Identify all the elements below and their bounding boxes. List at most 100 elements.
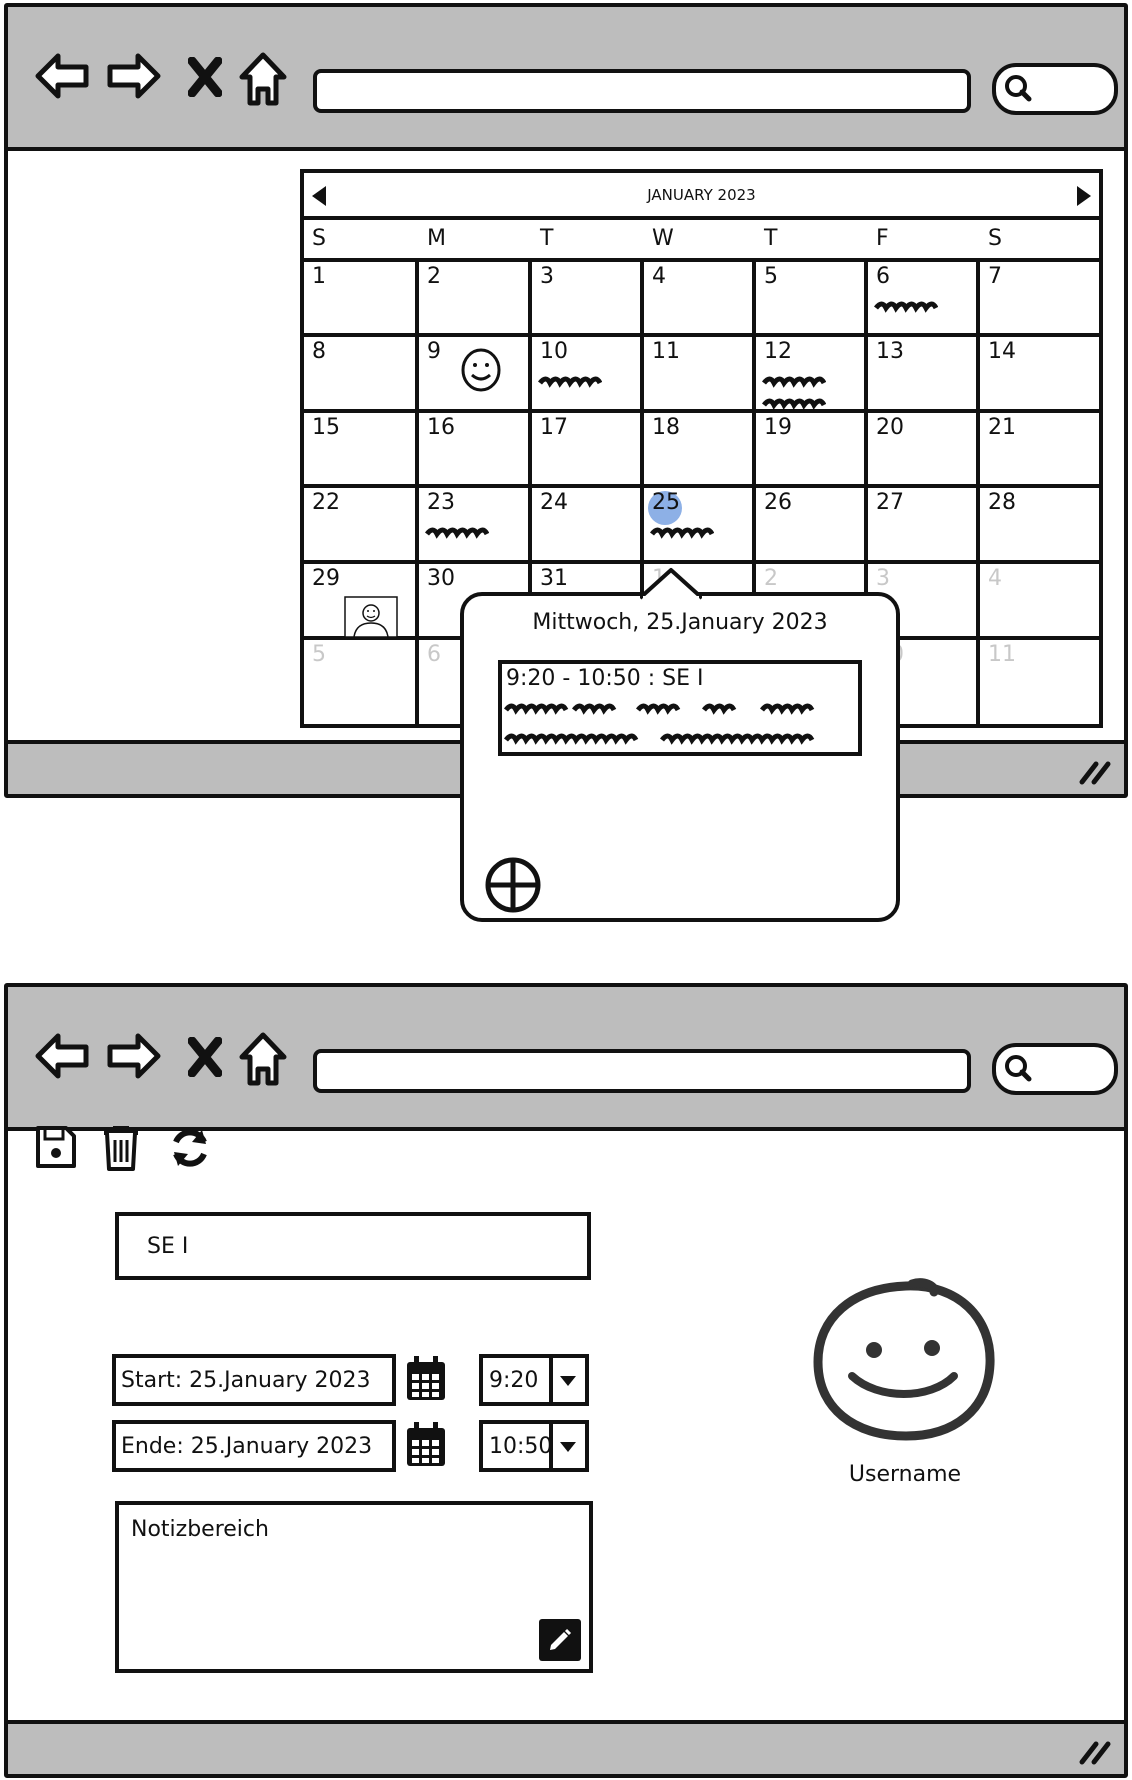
weekday-label: F (876, 226, 889, 251)
calendar-day-cell[interactable]: 12 (756, 337, 868, 413)
calendar-day-cell[interactable]: 15 (304, 413, 419, 488)
close-icon[interactable] (188, 1037, 222, 1077)
start-date-field[interactable]: Start: 25.January 2023 (112, 1354, 396, 1406)
day-number: 30 (427, 566, 455, 591)
browser-toolbar (8, 7, 1124, 151)
day-number: 5 (312, 642, 326, 667)
smiley-icon (461, 348, 501, 392)
trash-icon[interactable] (100, 1124, 142, 1172)
calendar-day-cell[interactable]: 1 (304, 262, 419, 337)
day-event-popover: Mittwoch, 25.January 2023 9:20 - 10:50 :… (460, 568, 900, 922)
calendar-day-cell[interactable]: 4 (644, 262, 756, 337)
end-time-select[interactable]: 10:50 (479, 1420, 589, 1472)
search-box[interactable] (992, 63, 1118, 115)
calendar-day-cell[interactable]: 3 (532, 262, 644, 337)
day-number: 3 (876, 566, 890, 591)
calendar-day-cell[interactable]: 10 (532, 337, 644, 413)
event-marker[interactable] (425, 524, 489, 540)
resize-grip-icon[interactable] (1078, 758, 1112, 786)
calendar-day-cell[interactable]: 27 (868, 488, 980, 564)
back-icon[interactable] (34, 1031, 90, 1081)
calendar-day-cell[interactable]: 11 (980, 640, 1099, 728)
add-event-icon[interactable] (484, 856, 542, 914)
day-number: 19 (764, 415, 792, 440)
calendar-day-cell[interactable]: 9 (419, 337, 532, 413)
day-number: 26 (764, 490, 792, 515)
calendar-day-cell[interactable]: 16 (419, 413, 532, 488)
refresh-icon[interactable] (166, 1124, 214, 1172)
url-bar[interactable] (313, 1049, 971, 1093)
day-number: 27 (876, 490, 904, 515)
calendar-day-cell[interactable]: 26 (756, 488, 868, 564)
event-marker[interactable] (650, 524, 714, 540)
search-box[interactable] (992, 1043, 1118, 1095)
calendar-day-cell[interactable]: 4 (980, 564, 1099, 640)
day-number: 10 (540, 339, 568, 364)
calendar-day-cell[interactable]: 8 (304, 337, 419, 413)
home-icon[interactable] (238, 1031, 288, 1087)
forward-icon[interactable] (106, 1031, 162, 1081)
start-time-value: 9:20 (489, 1368, 539, 1393)
weekday-label: W (652, 226, 674, 251)
day-number: 14 (988, 339, 1016, 364)
event-description-scribble (504, 703, 815, 745)
calendar-day-cell[interactable]: 29 (304, 564, 419, 640)
browser-toolbar (8, 987, 1124, 1131)
calendar-day-cell[interactable]: 5 (756, 262, 868, 337)
event-marker[interactable] (538, 373, 602, 389)
calendar-day-cell[interactable]: 19 (756, 413, 868, 488)
day-number: 28 (988, 490, 1016, 515)
calendar-day-cell[interactable]: 23 (419, 488, 532, 564)
day-number: 5 (764, 264, 778, 289)
day-number: 25 (652, 490, 680, 515)
user-photo-icon (344, 596, 398, 638)
start-time-select[interactable]: 9:20 (479, 1354, 589, 1406)
calendar-day-cell[interactable]: 25 (644, 488, 756, 564)
day-number: 8 (312, 339, 326, 364)
forward-icon[interactable] (106, 51, 162, 101)
day-number: 18 (652, 415, 680, 440)
calendar-day-cell[interactable]: 5 (304, 640, 419, 728)
back-icon[interactable] (34, 51, 90, 101)
calendar-day-cell[interactable]: 22 (304, 488, 419, 564)
weekday-label: S (312, 226, 326, 251)
avatar-icon (813, 1278, 995, 1441)
day-number: 11 (652, 339, 680, 364)
save-icon[interactable] (34, 1124, 78, 1170)
calendar-day-cell[interactable]: 20 (868, 413, 980, 488)
event-title-input[interactable]: SE I (115, 1212, 591, 1280)
end-calendar-icon[interactable] (404, 1420, 448, 1470)
calendar-day-cell[interactable]: 14 (980, 337, 1099, 413)
resize-grip-icon[interactable] (1078, 1738, 1112, 1766)
day-number: 22 (312, 490, 340, 515)
day-number: 21 (988, 415, 1016, 440)
close-icon[interactable] (188, 57, 222, 97)
day-number: 4 (988, 566, 1002, 591)
event-marker[interactable] (762, 373, 826, 389)
day-number: 2 (427, 264, 441, 289)
calendar-day-cell[interactable]: 2 (419, 262, 532, 337)
calendar-day-cell[interactable]: 7 (980, 262, 1099, 337)
calendar-day-cell[interactable]: 18 (644, 413, 756, 488)
home-icon[interactable] (238, 51, 288, 107)
url-bar[interactable] (313, 69, 971, 113)
event-marker[interactable] (874, 298, 938, 314)
event-marker[interactable] (762, 395, 826, 411)
day-number: 16 (427, 415, 455, 440)
calendar-day-cell[interactable]: 28 (980, 488, 1099, 564)
calendar-day-cell[interactable]: 6 (868, 262, 980, 337)
start-calendar-icon[interactable] (404, 1354, 448, 1404)
end-date-field[interactable]: Ende: 25.January 2023 (112, 1420, 396, 1472)
notes-area[interactable]: Notizbereich (115, 1501, 593, 1673)
calendar-day-cell[interactable]: 13 (868, 337, 980, 413)
calendar-day-cell[interactable]: 21 (980, 413, 1099, 488)
next-month-icon[interactable] (1075, 185, 1093, 207)
event-card[interactable]: 9:20 - 10:50 : SE I (498, 660, 862, 756)
start-time-dropdown[interactable] (549, 1358, 585, 1402)
weekday-label: T (764, 226, 778, 251)
edit-notes-button[interactable] (539, 1619, 581, 1661)
calendar-day-cell[interactable]: 24 (532, 488, 644, 564)
end-time-dropdown[interactable] (549, 1424, 585, 1468)
calendar-day-cell[interactable]: 11 (644, 337, 756, 413)
calendar-day-cell[interactable]: 17 (532, 413, 644, 488)
